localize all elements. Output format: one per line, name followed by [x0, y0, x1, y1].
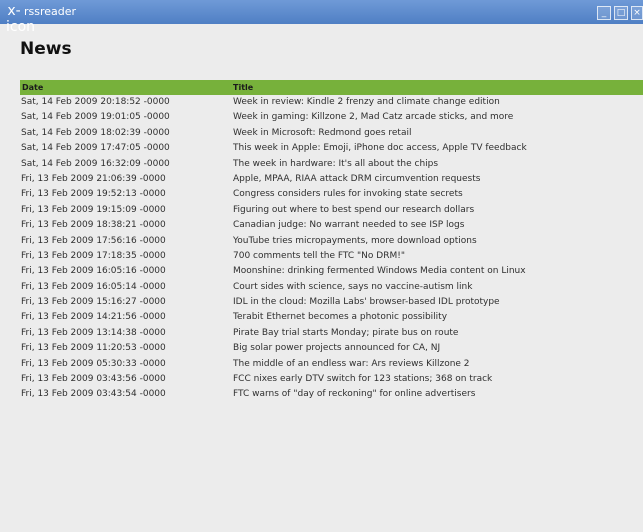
table-row[interactable]: Fri, 13 Feb 2009 03:43:56 -0000 FCC nixes… [20, 372, 643, 387]
row-title: Week in review: Kindle 2 frenzy and clim… [233, 97, 500, 107]
row-date: Fri, 13 Feb 2009 17:56:16 -0000 [21, 235, 166, 246]
row-date: Fri, 13 Feb 2009 17:18:35 -0000 [21, 250, 166, 261]
row-title: FCC nixes early DTV switch for 123 stati… [233, 374, 493, 385]
row-date: Fri, 13 Feb 2009 16:05:16 -0000 [21, 266, 166, 277]
row-date: Sat, 14 Feb 2009 19:01:05 -0000 [21, 112, 170, 123]
table-row[interactable]: Fri, 13 Feb 2009 03:43:54 -0000 FTC warns… [20, 387, 643, 402]
news-table: Date Title Sat, 14 Feb 2009 20:18:52 -00… [20, 80, 643, 403]
window-title: rssreader [24, 5, 77, 18]
app-window: x-icon rssreader _ □ × News Date Title S… [0, 0, 643, 532]
table-row[interactable]: Fri, 13 Feb 2009 17:56:16 -0000 YouTube t… [20, 234, 643, 249]
close-button[interactable]: × [631, 6, 643, 20]
table-row[interactable]: Fri, 13 Feb 2009 19:15:09 -0000 Figuring … [20, 203, 643, 218]
row-date: Fri, 13 Feb 2009 15:16:27 -0000 [21, 297, 166, 308]
table-row[interactable]: Fri, 13 Feb 2009 13:14:38 -0000 Pirate Ba… [20, 326, 643, 341]
row-title: Week in gaming: Killzone 2, Mad Catz arc… [233, 112, 514, 123]
row-title: This week in Apple: Emoji, iPhone doc ac… [233, 143, 527, 154]
row-title: Canadian judge: No warrant needed to see… [233, 220, 465, 231]
row-date: Sat, 14 Feb 2009 16:32:09 -0000 [21, 158, 170, 169]
table-header: Date Title [20, 80, 643, 95]
row-title: Big solar power projects announced for C… [233, 343, 441, 354]
row-date: Sat, 14 Feb 2009 18:02:39 -0000 [21, 127, 170, 138]
table-row[interactable]: Sat, 14 Feb 2009 20:18:52 -0000 Week in r… [20, 95, 643, 110]
row-title: YouTube tries micropayments, more downlo… [233, 235, 477, 246]
table-row[interactable]: Sat, 14 Feb 2009 18:02:39 -0000 Week in M… [20, 126, 643, 141]
row-date: Fri, 13 Feb 2009 19:52:13 -0000 [21, 189, 166, 200]
column-header-title[interactable]: Title [233, 80, 253, 95]
row-date: Fri, 13 Feb 2009 19:15:09 -0000 [21, 204, 166, 215]
row-date: Fri, 13 Feb 2009 18:38:21 -0000 [21, 220, 166, 231]
column-header-date[interactable]: Date [22, 80, 43, 95]
window-titlebar[interactable]: x-icon rssreader _ □ × [0, 0, 643, 35]
table-row[interactable]: Fri, 13 Feb 2009 16:05:14 -0000 Court sid… [20, 280, 643, 295]
table-row[interactable]: Sat, 14 Feb 2009 19:01:05 -0000 Week in g… [20, 110, 643, 125]
table-row[interactable]: Fri, 13 Feb 2009 21:06:39 -0000 Apple, MP… [20, 172, 643, 187]
row-date: Fri, 13 Feb 2009 03:43:54 -0000 [21, 389, 166, 400]
table-row[interactable]: Fri, 13 Feb 2009 19:52:13 -0000 Congress … [20, 187, 643, 202]
row-title: Terabit Ethernet becomes a photonic poss… [233, 312, 448, 323]
table-row[interactable]: Fri, 13 Feb 2009 17:18:35 -0000 700 comme… [20, 249, 643, 264]
maximize-button[interactable]: □ [614, 6, 628, 20]
table-row[interactable]: Sat, 14 Feb 2009 16:32:09 -0000 The week … [20, 157, 643, 172]
row-date: Fri, 13 Feb 2009 14:21:56 -0000 [21, 312, 166, 323]
row-title: FTC warns of "day of reckoning" for onli… [233, 389, 476, 400]
minimize-button[interactable]: _ [597, 6, 611, 20]
row-date: Fri, 13 Feb 2009 05:30:33 -0000 [21, 358, 166, 369]
table-row[interactable]: Fri, 13 Feb 2009 14:21:56 -0000 Terabit E… [20, 310, 643, 325]
row-title: Pirate Bay trial starts Monday; pirate b… [233, 327, 459, 338]
row-title: The middle of an endless war: Ars review… [233, 358, 470, 369]
row-date: Fri, 13 Feb 2009 21:06:39 -0000 [21, 173, 166, 184]
row-date: Fri, 13 Feb 2009 03:43:56 -0000 [21, 374, 166, 385]
row-title: IDL in the cloud: Mozilla Labs' browser-… [233, 297, 500, 308]
row-title: Moonshine: drinking fermented Windows Me… [233, 266, 526, 277]
table-row[interactable]: Fri, 13 Feb 2009 16:05:16 -0000 Moonshine… [20, 264, 643, 279]
row-title: Court sides with science, says no vaccin… [233, 281, 473, 292]
row-title: Figuring out where to best spend our res… [233, 204, 475, 215]
page-title: News [20, 39, 72, 59]
row-title: Apple, MPAA, RIAA attack DRM circumventi… [233, 173, 481, 184]
row-title: The week in hardware: It's all about the… [233, 158, 439, 169]
table-row[interactable]: Fri, 13 Feb 2009 11:20:53 -0000 Big solar… [20, 341, 643, 356]
row-date: Sat, 14 Feb 2009 20:18:52 -0000 [21, 97, 170, 107]
row-date: Fri, 13 Feb 2009 13:14:38 -0000 [21, 327, 166, 338]
row-title: Congress considers rules for invoking st… [233, 189, 463, 200]
row-date: Fri, 13 Feb 2009 16:05:14 -0000 [21, 281, 166, 292]
x-icon: x-icon [6, 3, 36, 35]
table-row[interactable]: Sat, 14 Feb 2009 17:47:05 -0000 This week… [20, 141, 643, 156]
row-title: Week in Microsoft: Redmond goes retail [233, 127, 412, 138]
row-title: 700 comments tell the FTC "No DRM!" [233, 250, 405, 261]
table-row[interactable]: Fri, 13 Feb 2009 15:16:27 -0000 IDL in th… [20, 295, 643, 310]
table-body: Sat, 14 Feb 2009 20:18:52 -0000 Week in r… [20, 95, 643, 403]
table-row[interactable]: Fri, 13 Feb 2009 05:30:33 -0000 The middl… [20, 357, 643, 372]
table-row[interactable]: Fri, 13 Feb 2009 18:38:21 -0000 Canadian … [20, 218, 643, 233]
row-date: Sat, 14 Feb 2009 17:47:05 -0000 [21, 143, 170, 154]
row-date: Fri, 13 Feb 2009 11:20:53 -0000 [21, 343, 166, 354]
